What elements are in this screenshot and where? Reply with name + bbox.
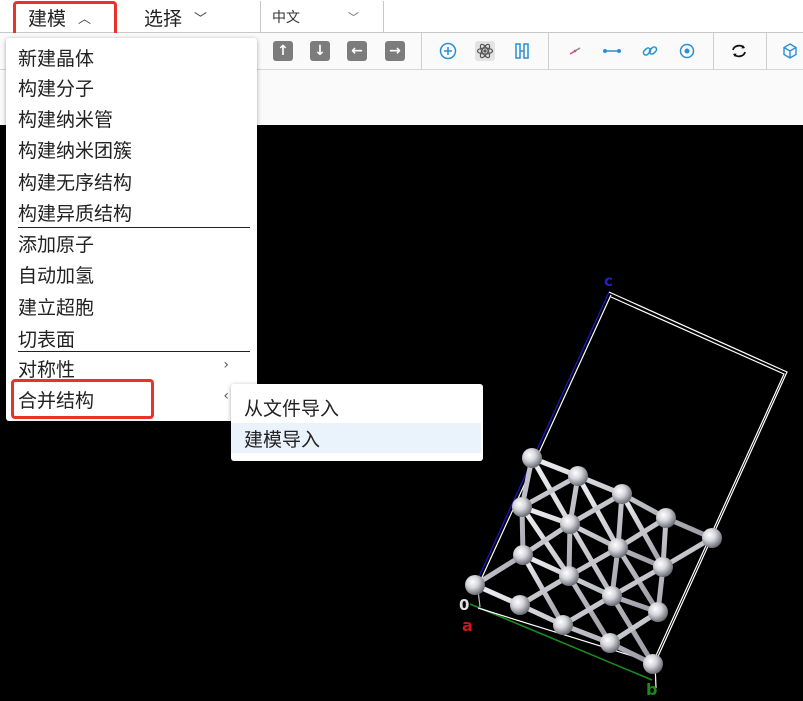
cube-icon[interactable] — [780, 41, 800, 61]
add-atom-icon[interactable] — [438, 41, 458, 61]
merge-structure-submenu: 从文件导入 建模导入 — [231, 384, 483, 461]
arrow-left-icon[interactable]: ← — [347, 41, 367, 61]
menu-item-merge-structure[interactable]: 合并结构 — [18, 385, 94, 413]
toolbar-divider — [766, 33, 767, 70]
arrow-down-icon[interactable]: ↓ — [310, 41, 330, 61]
build-dropdown-menu: 新建晶体 构建分子 构建纳米管 构建纳米团簇 构建无序结构 构建异质结构 添加原… — [6, 38, 257, 421]
toolbar-divider — [548, 33, 549, 70]
menu-item-new-crystal[interactable]: 新建晶体 — [18, 43, 94, 71]
menu-item-add-atom[interactable]: 添加原子 — [18, 229, 94, 257]
menu-item-build-molecule[interactable]: 构建分子 — [18, 73, 94, 101]
chevron-down-icon: ﹀ — [348, 10, 359, 24]
axis-c-label: c — [604, 272, 613, 290]
select-menu-label: 选择 — [144, 7, 183, 30]
ruler-icon[interactable] — [512, 41, 532, 61]
chevron-right-icon: › — [223, 357, 229, 373]
menu-bar: 建模 ︿ 选择 ﹀ 中文 ﹀ — [0, 0, 803, 33]
bond-split-icon[interactable] — [565, 41, 585, 61]
rotate-icon[interactable] — [677, 41, 697, 61]
link-icon[interactable] — [640, 41, 660, 61]
menu-item-supercell[interactable]: 建立超胞 — [18, 292, 94, 320]
app-window: 建模 ︿ 选择 ﹀ 中文 ﹀ ↑ ↓ ← → c 0 a b 新建晶体 构建分子… — [0, 0, 803, 701]
toolbar-divider — [713, 33, 714, 70]
language-value: 中文 — [272, 9, 300, 26]
distance-icon[interactable] — [602, 41, 622, 61]
language-select[interactable]: 中文 ﹀ — [260, 1, 384, 32]
atom-icon[interactable] — [475, 41, 495, 61]
bonds — [472, 455, 715, 667]
menu-divider — [18, 227, 250, 228]
build-menu-button[interactable]: 建模 ︿ — [28, 3, 91, 31]
menu-item-build-nanotube[interactable]: 构建纳米管 — [18, 104, 113, 132]
chevron-up-icon: ︿ — [78, 11, 92, 27]
arrow-right-icon[interactable]: → — [385, 41, 405, 61]
menu-item-build-disordered[interactable]: 构建无序结构 — [18, 167, 132, 195]
origin-label: 0 — [459, 596, 469, 614]
menu-item-auto-hydrogen[interactable]: 自动加氢 — [18, 260, 94, 288]
arrow-up-icon[interactable]: ↑ — [273, 41, 293, 61]
axis-a-label: a — [462, 616, 473, 635]
menu-item-build-heterostructure[interactable]: 构建异质结构 — [18, 198, 132, 226]
chevron-down-icon: ﹀ — [194, 11, 208, 27]
menu-item-build-nanocluster[interactable]: 构建纳米团簇 — [18, 135, 132, 163]
select-menu-button[interactable]: 选择 ﹀ — [144, 3, 207, 31]
submenu-item-import-model[interactable]: 建模导入 — [231, 423, 481, 453]
menu-item-cut-surface[interactable]: 切表面 — [18, 324, 75, 352]
menu-divider — [18, 351, 250, 352]
build-menu-label: 建模 — [28, 7, 67, 30]
axis-b-label: b — [646, 680, 657, 699]
chevron-left-icon: ‹ — [223, 388, 229, 404]
menu-item-symmetry[interactable]: 对称性 — [18, 354, 75, 382]
cycle-icon[interactable] — [729, 41, 749, 61]
submenu-item-import-file[interactable]: 从文件导入 — [231, 392, 481, 422]
toolbar-divider — [421, 33, 422, 70]
